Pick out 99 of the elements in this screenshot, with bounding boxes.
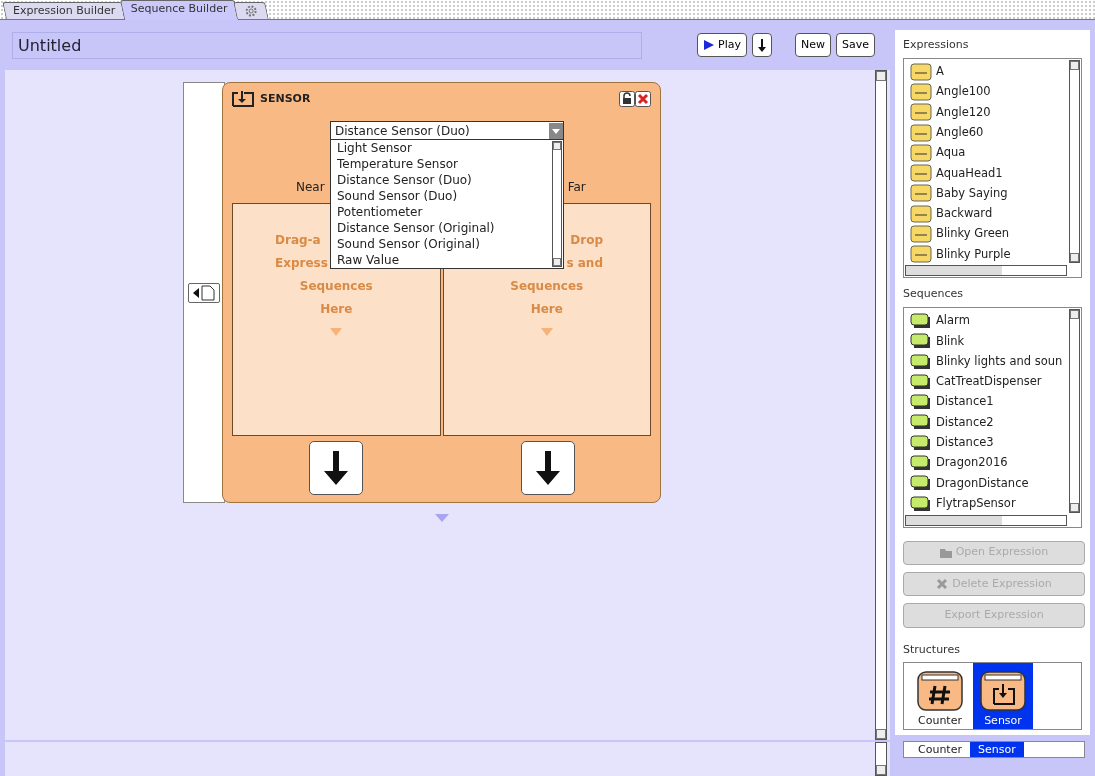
drop-hint: s and (566, 255, 603, 270)
scrollbar[interactable] (875, 70, 887, 740)
lock-icon (619, 91, 635, 108)
expression-item[interactable]: Aqua (936, 144, 966, 162)
expression-item[interactable]: A (936, 63, 944, 81)
sequence-icon (910, 394, 932, 411)
scrollbar[interactable] (1069, 59, 1080, 264)
expression-icon (910, 225, 932, 243)
scrollbar[interactable] (1069, 308, 1080, 513)
expression-icon (910, 123, 932, 142)
sequence-item[interactable]: FlytrapSensor (936, 494, 1016, 513)
expression-item[interactable]: Angle100 (936, 83, 991, 101)
expression-icon (910, 62, 932, 81)
sensor-icon (980, 671, 1026, 711)
expression-icon (910, 184, 932, 203)
expression-item[interactable]: Backward (936, 205, 993, 223)
dropdown-option[interactable]: Temperature Sensor (331, 156, 551, 172)
dropdown-option[interactable]: Light Sensor (331, 140, 551, 156)
folder-icon (939, 547, 952, 558)
arrow-down-icon (536, 450, 560, 485)
delete-icon (936, 578, 949, 591)
expression-item[interactable]: Angle60 (936, 123, 984, 142)
expression-icon (910, 103, 932, 122)
triangle-icon (330, 328, 343, 336)
dropdown-option[interactable]: Sound Sensor (Original) (331, 236, 551, 252)
sequence-icon (910, 353, 932, 370)
structure-tab[interactable]: Counter (910, 742, 970, 757)
section-title: Structures (903, 641, 961, 658)
expression-icon (910, 82, 932, 101)
sequence-icon (910, 455, 932, 471)
sequence-icon (910, 333, 932, 350)
structure-tab[interactable]: Sensor (969, 742, 1024, 757)
toolbar-button[interactable]: Save (835, 33, 875, 57)
section-title: Sequences (903, 286, 964, 303)
scrollbar[interactable] (552, 141, 562, 267)
title-field[interactable]: Untitled (12, 31, 642, 59)
expression-icon (910, 143, 932, 162)
expression-item[interactable]: AquaHead1 (936, 164, 1003, 182)
dropdown-option[interactable]: Distance Sensor (Duo) (331, 172, 551, 188)
gear-icon (243, 4, 258, 18)
drop-hint: Drop (570, 232, 603, 247)
sequence-item[interactable]: Distance1 (936, 393, 994, 411)
sequence-icon (910, 414, 932, 431)
play-icon (703, 39, 715, 51)
expression-item[interactable]: Baby Saying (936, 184, 1008, 203)
add-button[interactable] (309, 440, 363, 495)
structure-item[interactable]: Sensor (973, 663, 1033, 729)
sequence-item[interactable]: DragonDistance (936, 474, 1029, 492)
sequence-item[interactable]: Distance3 (936, 434, 994, 452)
sequence-icon (910, 495, 932, 512)
zone-label: Far (567, 178, 586, 196)
expression-item[interactable]: Angle120 (936, 103, 991, 121)
collapse-button[interactable] (188, 282, 220, 303)
sequence-item[interactable]: Alarm (936, 312, 970, 330)
expression-item[interactable]: Blinky Purple (936, 245, 1011, 263)
sequence-icon (910, 434, 932, 451)
toolbar-button[interactable]: New (794, 33, 831, 57)
triangle-icon (540, 328, 553, 336)
sequence-item[interactable]: Blinky lights and soun (936, 352, 1063, 371)
sequence-item[interactable]: CatTreatDispenser (936, 373, 1042, 391)
drop-hint: Sequences (510, 278, 584, 293)
sequence-item[interactable]: Blink (936, 332, 965, 350)
drop-hint: Here (530, 301, 563, 316)
expression-item[interactable]: Blinky Green (936, 225, 1010, 243)
tab[interactable]: Sequence Builder (120, 0, 239, 20)
scrollbar[interactable] (905, 514, 1067, 526)
structure-item[interactable]: Counter (910, 663, 970, 729)
tab[interactable]: Expression Builder (2, 2, 126, 19)
counter-icon (917, 671, 963, 711)
expression-icon (910, 164, 932, 183)
sequence-item[interactable]: Dragon2016 (936, 454, 1008, 472)
arrow-down-icon (324, 450, 348, 485)
sequence-icon (910, 475, 932, 492)
expression-icon (910, 204, 932, 223)
drop-hint: Sequences (299, 278, 373, 293)
scrollbar[interactable] (905, 265, 1067, 277)
sensor-icon (232, 91, 254, 108)
dropdown-option[interactable]: Distance Sensor (Original) (331, 220, 551, 236)
dropdown-option[interactable]: Potentiometer (331, 204, 551, 220)
sequence-icon (910, 312, 932, 329)
play-button[interactable]: Play (697, 33, 747, 57)
triangle-icon (435, 513, 449, 522)
close-icon (635, 91, 651, 108)
dropdown-option[interactable]: Raw Value (331, 252, 551, 268)
sequence-icon (910, 373, 932, 390)
expression-icon (910, 245, 932, 264)
drop-hint: Here (320, 301, 353, 316)
drop-hint: Drag-a (275, 232, 321, 247)
collapse-icon (192, 284, 216, 301)
arrow-down-icon (757, 38, 766, 52)
block-title: SENSOR (260, 91, 311, 107)
section-title: Expressions (903, 37, 970, 53)
add-button[interactable] (521, 440, 575, 495)
zone-label: Near (296, 178, 325, 196)
drop-hint: Express (275, 255, 328, 270)
sequence-item[interactable]: Distance2 (936, 413, 994, 432)
scrollbar[interactable] (875, 742, 887, 776)
dropdown-option[interactable]: Sound Sensor (Duo) (331, 188, 551, 204)
download-button[interactable] (751, 33, 772, 57)
